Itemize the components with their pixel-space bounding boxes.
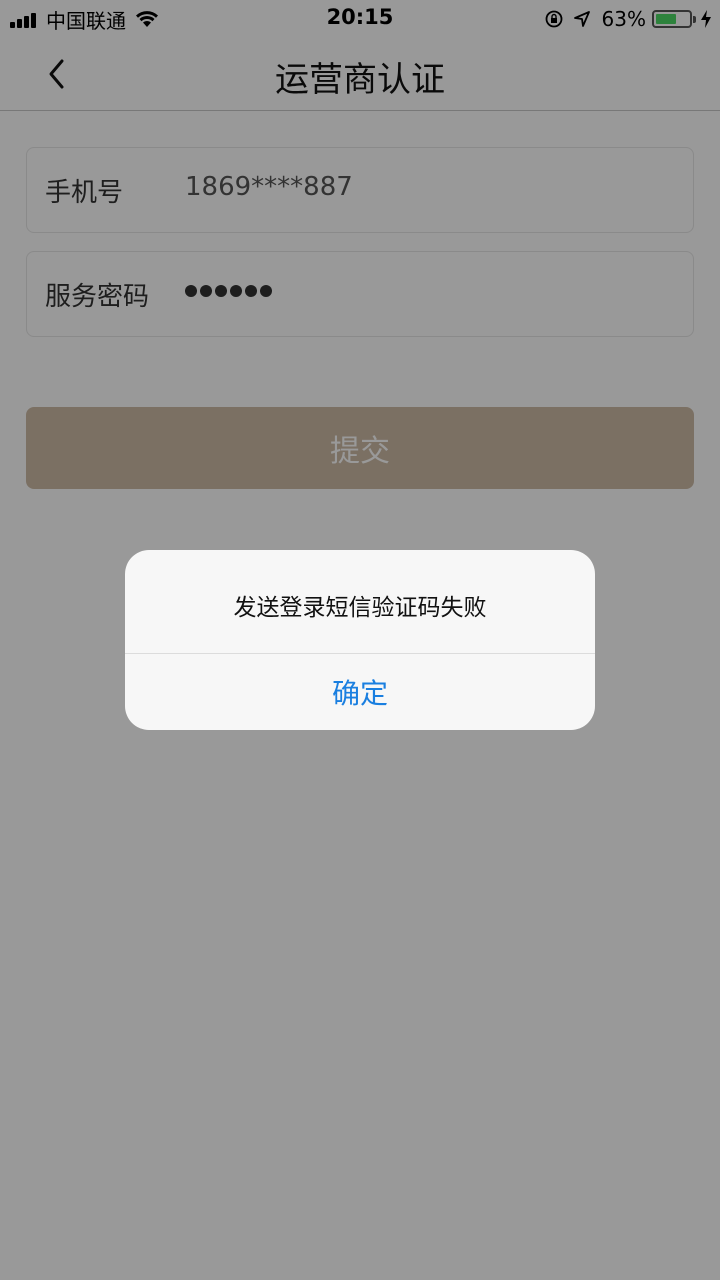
alert-confirm-button[interactable]: 确定 bbox=[125, 654, 595, 730]
alert-confirm-label: 确定 bbox=[331, 677, 388, 710]
alert-message: 发送登录短信验证码失败 bbox=[233, 595, 487, 621]
screen: 中国联通 20:15 63% 运营商认证 手机号 1869****887 服务密… bbox=[0, 0, 720, 1280]
alert-dialog: 发送登录短信验证码失败 确定 bbox=[125, 550, 595, 730]
